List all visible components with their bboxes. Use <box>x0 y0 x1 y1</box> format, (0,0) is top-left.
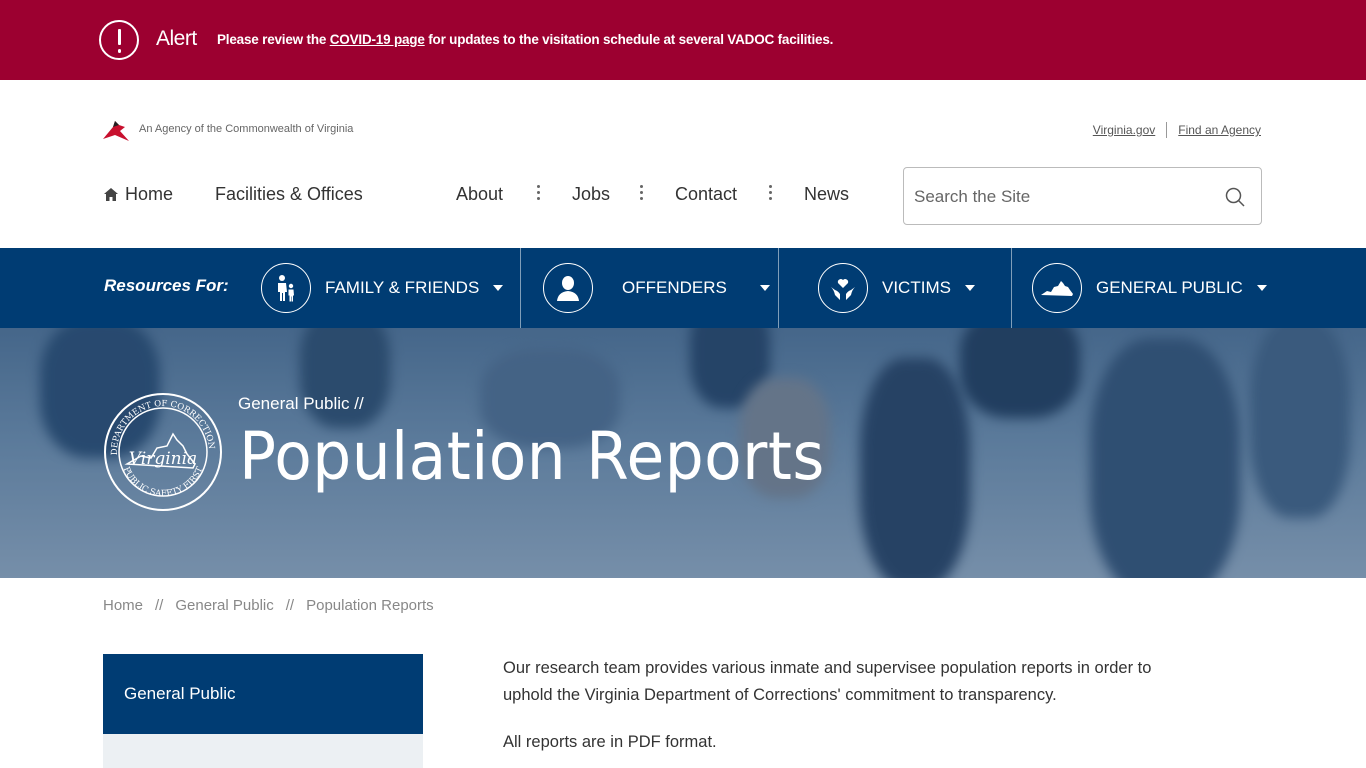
more-dots-icon[interactable] <box>769 185 773 201</box>
main-content: Our research team provides various inmat… <box>503 655 1203 768</box>
nav-home[interactable]: Home <box>103 184 173 205</box>
nav-facilities-offices[interactable]: Facilities & Offices <box>215 184 363 205</box>
search-box <box>903 167 1262 225</box>
vadoc-seal-logo: Virginia DEPARTMENT OF CORRECTIONS PUBLI… <box>103 392 222 511</box>
breadcrumb-general-public[interactable]: General Public <box>175 597 273 614</box>
resources-bar: Resources For: FAMILY & FRIENDS OFFENDER… <box>0 248 1366 328</box>
breadcrumb: Home // General Public // Population Rep… <box>103 597 434 614</box>
virginia-map-icon <box>1032 263 1082 313</box>
alert-message: Please review the COVID-19 page for upda… <box>217 32 834 47</box>
resource-general-public[interactable]: GENERAL PUBLIC <box>1032 248 1267 328</box>
divider <box>1166 122 1168 138</box>
breadcrumb-current: Population Reports <box>306 597 434 614</box>
search-icon[interactable] <box>1225 187 1245 207</box>
caret-down-icon <box>1256 285 1267 291</box>
page-title: Population Reports <box>239 418 825 495</box>
caret-down-icon <box>759 285 770 291</box>
family-icon <box>261 263 311 313</box>
more-dots-icon[interactable] <box>640 185 644 201</box>
breadcrumb-home[interactable]: Home <box>103 597 143 614</box>
nav-news[interactable]: News <box>804 184 849 205</box>
resource-victims[interactable]: VICTIMS <box>818 248 975 328</box>
svg-text:PUBLIC SAFETY FIRST: PUBLIC SAFETY FIRST <box>121 465 206 499</box>
format-note: All reports are in PDF format. <box>503 733 717 751</box>
exclamation-icon <box>99 20 139 60</box>
agency-tagline: An Agency of the Commonwealth of Virgini… <box>139 123 354 135</box>
resource-family-friends[interactable]: FAMILY & FRIENDS <box>261 248 504 328</box>
covid-page-link[interactable]: COVID-19 page <box>330 32 425 47</box>
alert-title: Alert <box>156 27 197 50</box>
nav-jobs[interactable]: Jobs <box>572 184 610 205</box>
alert-banner: Alert Please review the COVID-19 page fo… <box>0 0 1366 80</box>
caret-down-icon <box>964 285 975 291</box>
nav-contact[interactable]: Contact <box>675 184 737 205</box>
home-icon <box>104 188 118 201</box>
intro-paragraph: Our research team provides various inmat… <box>503 659 1152 704</box>
cardinal-logo-icon[interactable] <box>103 119 129 141</box>
sidebar-item-general-public[interactable]: General Public <box>103 654 423 734</box>
heart-hands-icon <box>818 263 868 313</box>
sidebar-item[interactable] <box>103 734 423 768</box>
svg-text:DEPARTMENT OF CORRECTIONS: DEPARTMENT OF CORRECTIONS <box>103 392 216 455</box>
resource-offenders[interactable]: OFFENDERS <box>543 248 770 328</box>
virginia-gov-link[interactable]: Virginia.gov <box>1093 123 1155 137</box>
caret-down-icon <box>493 285 504 291</box>
more-dots-icon[interactable] <box>537 185 541 201</box>
utility-links: Virginia.gov Find an Agency <box>1093 122 1261 138</box>
search-input[interactable] <box>914 182 1214 212</box>
svg-text:Virginia: Virginia <box>129 449 197 469</box>
resources-label: Resources For: <box>104 276 229 295</box>
nav-about[interactable]: About <box>456 184 503 205</box>
person-icon <box>543 263 593 313</box>
hero-breadcrumb[interactable]: General Public // <box>238 394 364 414</box>
find-agency-link[interactable]: Find an Agency <box>1178 123 1261 137</box>
